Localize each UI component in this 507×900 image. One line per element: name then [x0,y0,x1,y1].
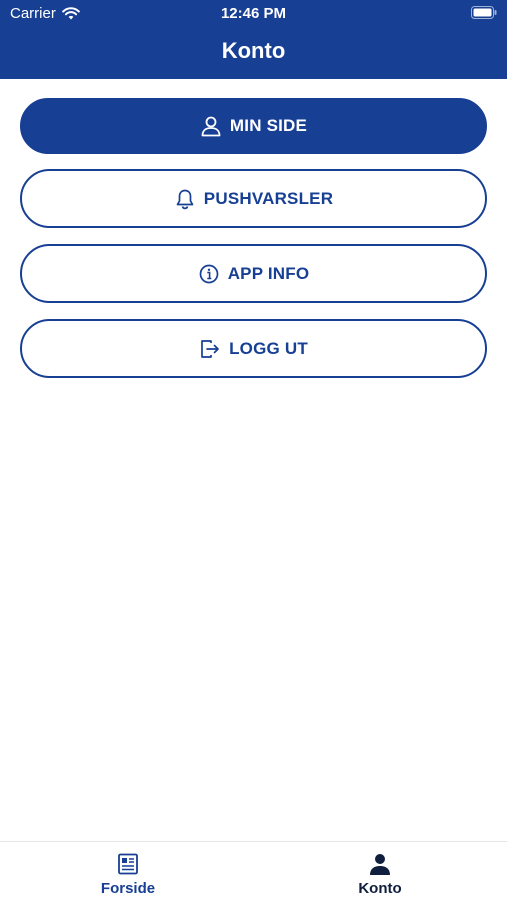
newspaper-icon [118,853,138,875]
status-time: 12:46 PM [220,5,287,22]
page-title: Konto [221,38,286,63]
app-info-label: APP INFO [227,263,310,283]
user-icon [200,115,222,137]
min-side-label: MIN SIDE [229,116,308,135]
status-bar: Carrier 12:46 PM [0,0,507,28]
tab-forside[interactable]: Forside [58,852,198,897]
info-icon [198,263,220,285]
logg-ut-label: LOGG UT [229,338,308,358]
app-info-button[interactable]: APP INFO [20,244,487,303]
bell-icon [174,188,196,210]
min-side-button[interactable]: MIN SIDE [20,98,487,154]
person-icon [370,854,390,875]
tab-konto[interactable]: Konto [310,852,450,897]
pushvarsler-label: PUSHVARSLER [203,188,334,208]
tab-bar: Forside Konto [0,841,507,900]
app-header: Carrier 12:46 PM Konto [0,0,507,79]
tab-forside-label: Forside [100,880,156,897]
battery-icon [471,6,497,19]
logout-icon [199,338,221,360]
tab-konto-label: Konto [358,880,402,897]
pushvarsler-button[interactable]: PUSHVARSLER [20,169,487,228]
logg-ut-button[interactable]: LOGG UT [20,319,487,378]
account-menu: MIN SIDE PUSHVARSLER APP INFO LOGG UT [20,98,487,394]
